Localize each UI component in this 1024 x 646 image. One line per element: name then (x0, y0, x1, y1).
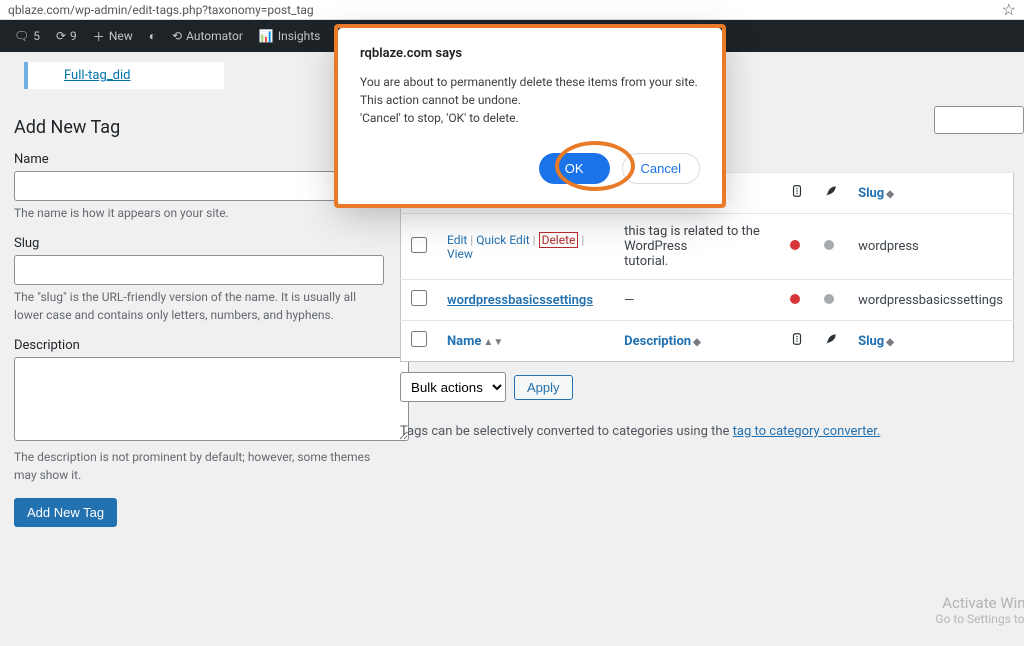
feather-icon (824, 332, 838, 346)
bulk-actions-row: Bulk actions Apply (400, 372, 1014, 402)
ok-button[interactable]: OK (539, 153, 610, 184)
readability-dot (824, 294, 834, 304)
ab-new-label: New (109, 29, 133, 43)
description-desc: The description is not prominent by defa… (14, 449, 380, 484)
view-action[interactable]: View (447, 247, 473, 261)
seo-icon (790, 184, 804, 198)
convert-link[interactable]: tag to category converter. (733, 424, 881, 439)
sort-caret-icon: ◆ (886, 337, 894, 348)
cancel-button[interactable]: Cancel (622, 153, 700, 184)
tag-title[interactable]: wordpressbasicssettings (447, 293, 593, 308)
row-slug: wordpressbasicssettings (848, 280, 1013, 321)
add-new-tag-button[interactable]: Add New Tag (14, 498, 117, 527)
row-checkbox[interactable] (411, 290, 427, 306)
notice-link[interactable]: Full-tag_did (60, 64, 130, 87)
dialog-text: You are about to permanently delete thes… (360, 73, 700, 127)
confirm-dialog: rqblaze.com says You are about to perman… (338, 28, 722, 204)
table-row: wordpressbasicssettings — wordpressbasic… (401, 280, 1014, 321)
readability-dot (824, 240, 834, 250)
ab-insights-label: Insights (278, 29, 320, 43)
bookmark-star-icon[interactable]: ☆ (1002, 0, 1016, 19)
ab-yoast[interactable]: ◐ (141, 20, 164, 52)
row-description: this tag is related to the WordPresstuto… (614, 214, 780, 280)
slug-input[interactable] (14, 255, 384, 285)
ab-insights[interactable]: 📊 Insights (251, 20, 328, 52)
search-input[interactable] (934, 106, 1024, 134)
updates-icon: ⟳ (56, 29, 66, 43)
description-textarea[interactable] (14, 357, 409, 441)
slug-label: Slug (14, 236, 380, 251)
dialog-actions: OK Cancel (360, 153, 700, 184)
seo-dot (790, 240, 800, 250)
row-actions: Edit | Quick Edit | Delete | View (447, 233, 604, 261)
name-desc: The name is how it appears on your site. (14, 205, 380, 222)
col-slug[interactable]: Slug◆ (858, 334, 894, 349)
field-slug: Slug The "slug" is the URL-friendly vers… (14, 236, 380, 324)
seo-dot (790, 294, 800, 304)
plus-icon: ＋ (93, 28, 105, 45)
col-slug[interactable]: Slug◆ (858, 186, 894, 201)
table-row: Edit | Quick Edit | Delete | View this t… (401, 214, 1014, 280)
row-checkbox[interactable] (411, 237, 427, 253)
row-slug: wordpress (848, 214, 1013, 280)
apply-button[interactable]: Apply (514, 375, 573, 400)
ab-automator[interactable]: ⟲ Automator (164, 20, 251, 52)
ab-comments[interactable]: 🗨5 (6, 20, 48, 52)
add-new-tag-heading: Add New Tag (14, 117, 380, 138)
select-all-bottom[interactable] (411, 331, 427, 347)
notice-box: Full-tag_did (24, 62, 224, 89)
ab-new[interactable]: ＋ New (85, 20, 141, 52)
feather-icon (824, 184, 838, 198)
sort-caret-icon: ◆ (886, 189, 894, 200)
yoast-icon: ◐ (149, 29, 156, 43)
description-label: Description (14, 338, 380, 353)
edit-action[interactable]: Edit (447, 233, 467, 247)
dialog-title: rqblaze.com says (360, 46, 700, 61)
col-seo[interactable] (780, 321, 814, 362)
automator-icon: ⟲ (172, 29, 182, 43)
ab-updates[interactable]: ⟳9 (48, 20, 85, 52)
comment-icon: 🗨 (14, 29, 29, 43)
ab-updates-count: 9 (70, 29, 77, 43)
sort-caret-icon: ▲▼ (483, 337, 503, 348)
name-input[interactable] (14, 171, 384, 201)
table-footer-row: Name▲▼ Description◆ Slug◆ (401, 321, 1014, 362)
quickedit-action[interactable]: Quick Edit (476, 233, 529, 247)
convert-note: Tags can be selectively converted to cat… (400, 424, 1014, 439)
row-description: — (614, 280, 780, 321)
bulk-actions-select[interactable]: Bulk actions (400, 372, 506, 402)
insights-icon: 📊 (259, 29, 274, 43)
field-name: Name The name is how it appears on your … (14, 152, 380, 222)
field-description: Description The description is not promi… (14, 338, 380, 484)
ab-comments-count: 5 (33, 29, 40, 43)
delete-action[interactable]: Delete (539, 232, 579, 248)
name-label: Name (14, 152, 380, 167)
slug-desc: The "slug" is the URL-friendly version o… (14, 289, 380, 324)
ab-automator-label: Automator (186, 29, 243, 43)
browser-address-bar: qblaze.com/wp-admin/edit-tags.php?taxono… (0, 0, 1024, 20)
url-text[interactable]: qblaze.com/wp-admin/edit-tags.php?taxono… (8, 3, 314, 17)
seo-icon (790, 332, 804, 346)
col-readability[interactable] (814, 173, 848, 214)
sort-caret-icon: ◆ (693, 337, 701, 348)
col-readability[interactable] (814, 321, 848, 362)
col-description[interactable]: Description◆ (624, 334, 701, 349)
col-seo[interactable] (780, 173, 814, 214)
col-name[interactable]: Name▲▼ (447, 334, 503, 349)
